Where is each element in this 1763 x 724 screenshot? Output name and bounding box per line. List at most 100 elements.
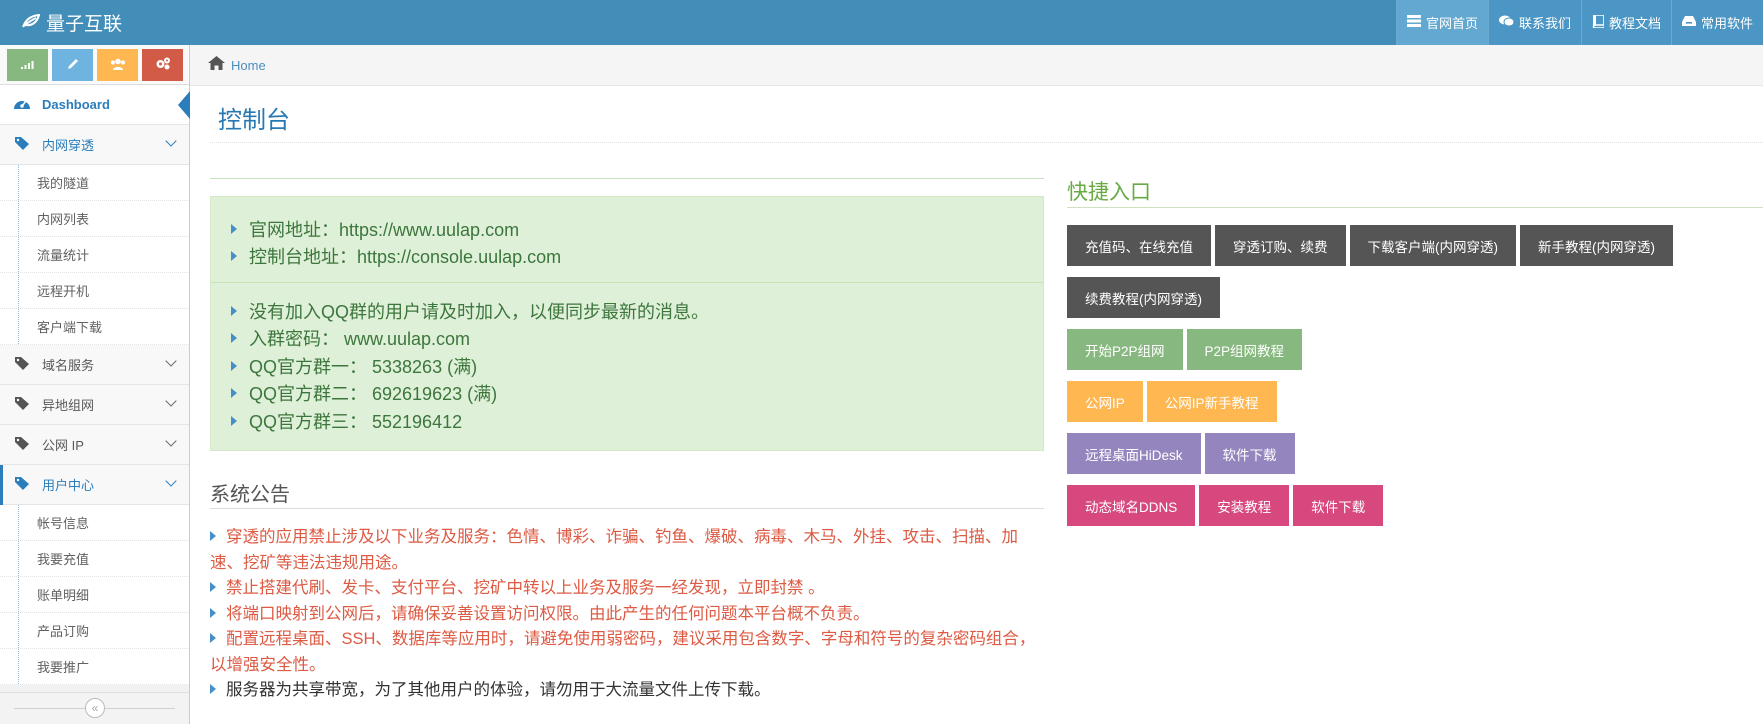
info-alert: 官网地址：https://www.uulap.com 控制台地址：https:/…	[210, 196, 1044, 451]
sidebar-subitem-wake-on-lan[interactable]: 远程开机	[0, 273, 189, 309]
ddns-download-button[interactable]: 软件下载	[1293, 485, 1384, 526]
gears-icon	[155, 57, 171, 73]
sidebar-subitem-client-download[interactable]: 客户端下载	[0, 309, 189, 345]
nav-software[interactable]: 常用软件	[1670, 0, 1763, 45]
sidebar-subitem-label: 我要充值	[37, 552, 90, 567]
sidebar-subitem-label: 账单明细	[37, 588, 90, 603]
caret-right-icon	[231, 333, 237, 344]
caret-right-icon	[210, 684, 216, 694]
sidebar-item-label: Dashboard	[42, 97, 110, 112]
sidebar-subitem-traffic-stats[interactable]: 流量统计	[0, 237, 189, 273]
shortcut-settings-button[interactable]	[142, 49, 183, 81]
notice-list: 穿透的应用禁止涉及以下业务及服务：色情、博彩、诈骗、钓鱼、爆破、病毒、木马、外挂…	[210, 525, 1044, 704]
public-ip-button[interactable]: 公网IP	[1067, 381, 1143, 422]
sidebar-item-remote-network[interactable]: 异地组网	[0, 385, 189, 425]
sidebar-subitem-account-info[interactable]: 帐号信息	[0, 505, 189, 541]
caret-right-icon	[231, 360, 237, 371]
tag-icon	[12, 136, 32, 154]
qq-group-3-text: QQ官方群三： 552196412	[249, 411, 463, 432]
caret-right-icon	[231, 415, 237, 426]
list-item: 服务器为共享带宽，为了其他用户的体验，请勿用于大流量文件上传下载。	[210, 678, 1044, 704]
leaf-icon	[22, 12, 41, 34]
caret-right-icon	[210, 633, 216, 643]
inbox-icon	[1681, 15, 1696, 30]
sidebar-subitem-intranet-list[interactable]: 内网列表	[0, 201, 189, 237]
list-item: QQ官方群二： 692619623 (满)	[231, 380, 1043, 408]
ddns-install-tutorial-button[interactable]: 安装教程	[1199, 485, 1290, 526]
official-site-text: 官网地址：https://www.uulap.com	[249, 219, 520, 240]
beginner-tutorial-button[interactable]: 新手教程(内网穿透)	[1520, 225, 1673, 266]
shortcut-stats-button[interactable]	[7, 49, 48, 81]
sidebar-subitem-my-tunnels[interactable]: 我的隧道	[0, 165, 189, 201]
sidebar-item-intranet[interactable]: 内网穿透	[0, 125, 189, 165]
qq-password-text: 入群密码： www.uulap.com	[249, 329, 471, 350]
list-item: 控制台地址：https://console.uulap.com	[231, 243, 1043, 271]
qq-group-2-text: QQ官方群二： 692619623 (满)	[249, 384, 498, 405]
tag-icon	[12, 476, 32, 494]
quick-entry-divider	[1067, 207, 1763, 208]
notice-text: 将端口映射到公网后，请确保妥善设置访问权限。由此产生的任何问题本平台概不负责。	[226, 604, 870, 623]
sidebar-item-public-ip[interactable]: 公网 IP	[0, 425, 189, 465]
list-icon	[1406, 15, 1421, 30]
signal-icon	[20, 58, 35, 72]
sidebar-subitem-label: 内网列表	[37, 212, 90, 227]
sidebar: Dashboard 内网穿透 我的隧道 内网列表 流量统计 远程开机 客户端下载…	[0, 45, 190, 724]
shortcut-users-button[interactable]	[97, 49, 138, 81]
nav-home-label: 官网首页	[1425, 16, 1478, 31]
nav-contact-label: 联系我们	[1518, 16, 1571, 31]
quick-entry-grid: 充值码、在线充值 穿透订购、续费 下载客户端(内网穿透) 新手教程(内网穿透) …	[1067, 225, 1763, 537]
page-header-divider	[210, 142, 1763, 143]
list-item: 入群密码： www.uulap.com	[231, 325, 1043, 353]
sidebar-subitem-label: 产品订购	[37, 624, 90, 639]
list-item: 官网地址：https://www.uulap.com	[231, 215, 1043, 243]
sidebar-subitem-label: 远程开机	[37, 284, 90, 299]
list-item: 穿透的应用禁止涉及以下业务及服务：色情、博彩、诈骗、钓鱼、爆破、病毒、木马、外挂…	[210, 525, 1044, 576]
console-url-text: 控制台地址：https://console.uulap.com	[249, 247, 562, 268]
qq-join-text: 没有加入QQ群的用户请及时加入，以便同步最新的消息。	[249, 301, 709, 322]
sidebar-subitem-label: 帐号信息	[37, 516, 90, 531]
sidebar-subitem-orders[interactable]: 产品订购	[0, 613, 189, 649]
brand[interactable]: 量子互联	[22, 0, 122, 45]
notice-title: 系统公告	[210, 484, 290, 506]
top-navbar: 量子互联 官网首页 联系我们 教程文档 常用软件	[0, 0, 1763, 45]
nav-contact[interactable]: 联系我们	[1487, 0, 1581, 45]
sidebar-item-dashboard[interactable]: Dashboard	[0, 85, 190, 125]
dashboard-icon	[12, 96, 32, 114]
sidebar-subitem-billing[interactable]: 账单明细	[0, 577, 189, 613]
caret-right-icon	[210, 531, 216, 541]
caret-right-icon	[231, 223, 237, 234]
notice-text: 配置远程桌面、SSH、数据库等应用时，请避免使用弱密码，建议采用包含数字、字母和…	[210, 630, 1036, 674]
sidebar-item-user-center[interactable]: 用户中心	[0, 465, 189, 505]
sidebar-subitem-recharge[interactable]: 我要充值	[0, 541, 189, 577]
p2p-tutorial-button[interactable]: P2P组网教程	[1186, 329, 1303, 370]
sidebar-subitem-label: 客户端下载	[37, 320, 103, 335]
public-ip-tutorial-button[interactable]: 公网IP新手教程	[1146, 381, 1277, 422]
double-chevron-left-icon[interactable]: «	[85, 698, 105, 718]
hidesk-button[interactable]: 远程桌面HiDesk	[1067, 433, 1201, 474]
shortcut-edit-button[interactable]	[52, 49, 93, 81]
caret-right-icon	[231, 388, 237, 399]
recharge-button[interactable]: 充值码、在线充值	[1067, 225, 1211, 266]
users-icon	[110, 58, 126, 73]
renewal-tutorial-button[interactable]: 续费教程(内网穿透)	[1067, 277, 1220, 318]
quick-entry-title: 快捷入口	[1067, 181, 1151, 204]
ddns-button[interactable]: 动态域名DDNS	[1067, 485, 1196, 526]
breadcrumb-home-link[interactable]: Home	[231, 58, 266, 73]
sidebar-item-domain[interactable]: 域名服务	[0, 345, 189, 385]
sidebar-subitem-referral[interactable]: 我要推广	[0, 649, 189, 685]
hidesk-download-button[interactable]: 软件下载	[1204, 433, 1295, 474]
nav-docs[interactable]: 教程文档	[1580, 0, 1671, 45]
caret-right-icon	[210, 582, 216, 592]
breadcrumb: Home	[190, 45, 1763, 86]
notice-text: 服务器为共享带宽，为了其他用户的体验，请勿用于大流量文件上传下载。	[226, 681, 771, 699]
start-p2p-button[interactable]: 开始P2P组网	[1067, 329, 1183, 370]
nav-docs-label: 教程文档	[1608, 16, 1661, 31]
download-client-button[interactable]: 下载客户端(内网穿透)	[1349, 225, 1516, 266]
nav-home[interactable]: 官网首页	[1395, 0, 1488, 45]
brand-name: 量子互联	[46, 14, 123, 35]
caret-right-icon	[210, 607, 216, 618]
list-item: QQ官方群三： 552196412	[231, 407, 1043, 435]
tunnel-order-button[interactable]: 穿透订购、续费	[1215, 225, 1346, 266]
sidebar-subitem-label: 我的隧道	[37, 176, 90, 191]
list-item: 禁止搭建代刷、发卡、支付平台、挖矿中转以上业务及服务一经发现，立即封禁 。	[210, 576, 1044, 602]
